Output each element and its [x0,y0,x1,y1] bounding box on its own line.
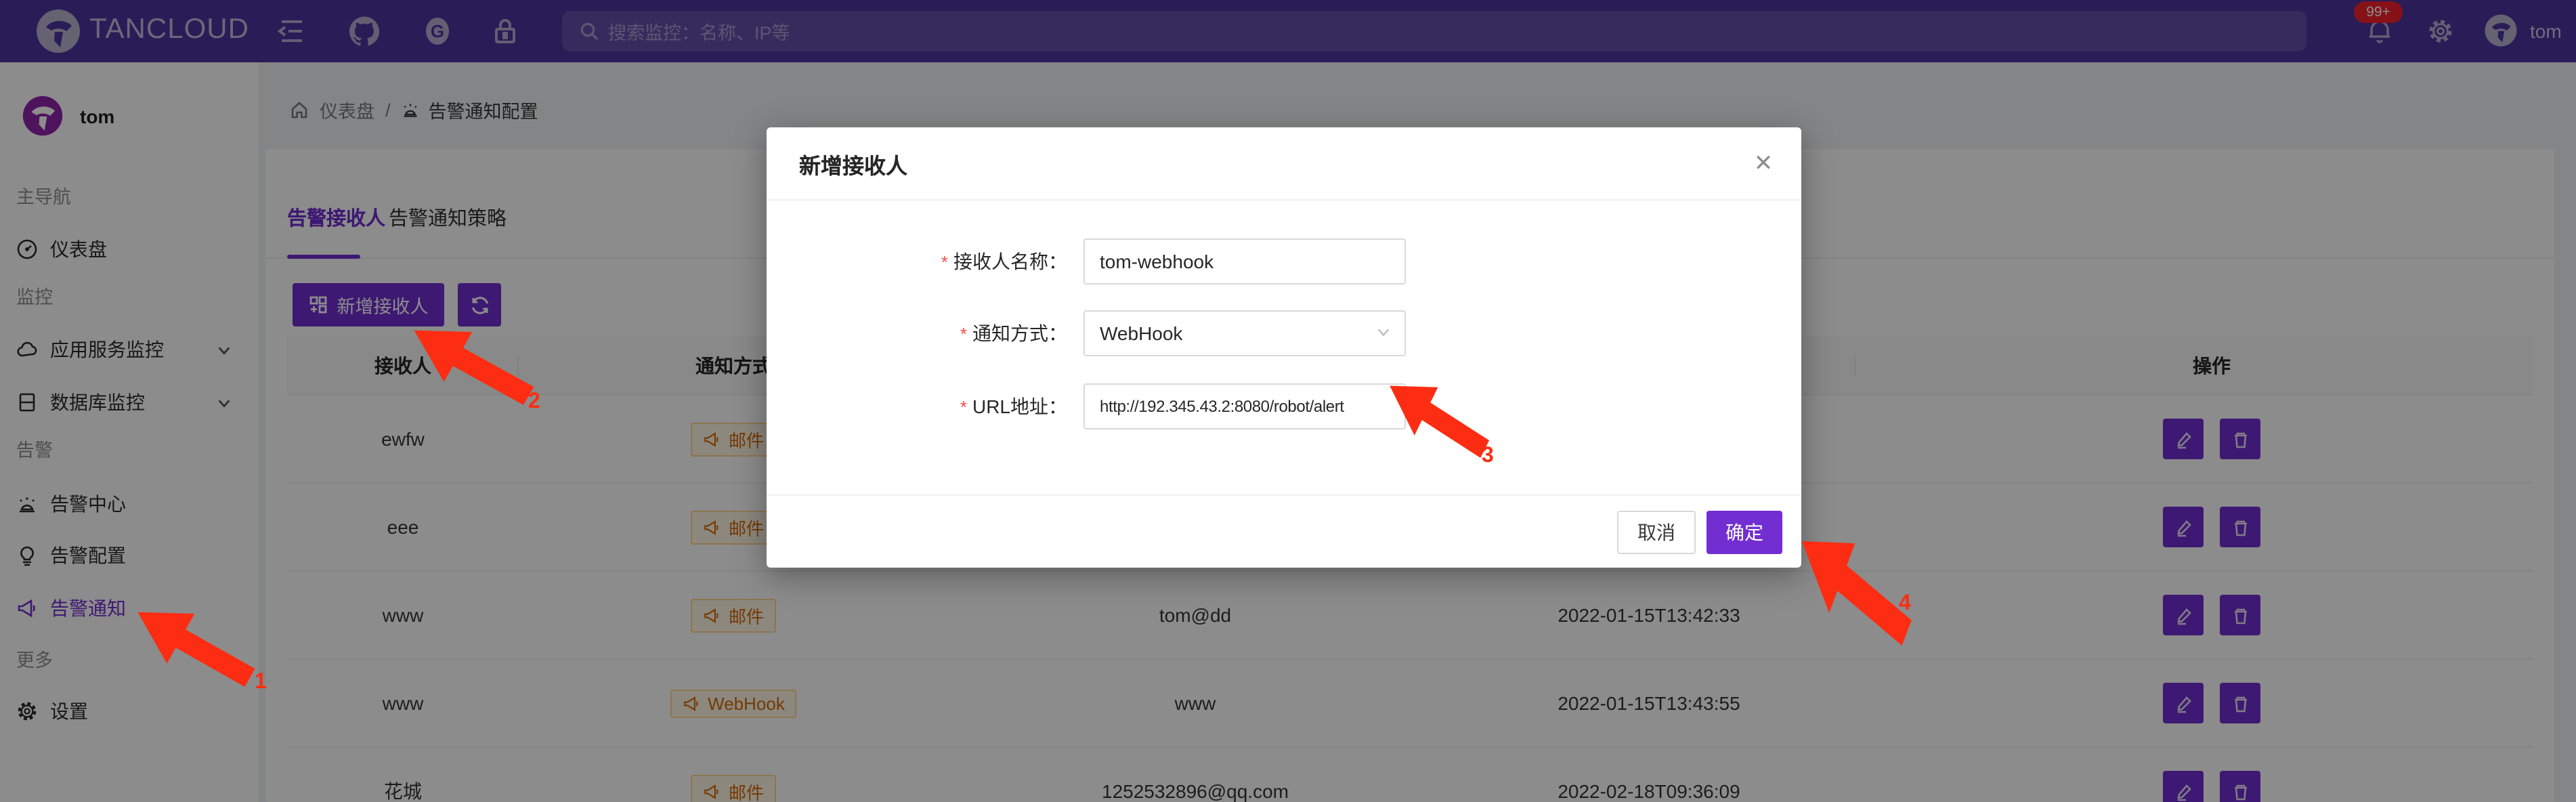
notice-method-select[interactable]: WebHook [1083,310,1406,356]
add-receiver-modal: 新增接收人 ✕ *接收人名称： tom-webhook *通知方式： WebHo… [767,127,1801,568]
close-icon[interactable]: ✕ [1750,150,1777,177]
modal-footer: 取消 确定 [767,494,1801,568]
annotation-arrow-4 [1797,534,1914,648]
cancel-button[interactable]: 取消 [1617,510,1696,553]
form-row-url: *URL地址： http://192.345.43.2:8080/robot/a… [767,383,1801,429]
annotation-arrow-3 [1386,381,1491,459]
confirm-button[interactable]: 确定 [1706,510,1782,553]
required-asterisk: * [960,324,967,344]
field-label: *通知方式： [767,320,1067,347]
field-label: *URL地址： [767,393,1067,420]
required-asterisk: * [941,252,948,272]
annotation-arrow-1 [133,607,257,688]
url-input[interactable]: http://192.345.43.2:8080/robot/alert [1083,383,1406,429]
annotation-number: 4 [1899,592,1911,616]
chevron-down-icon [1376,325,1391,340]
receiver-name-input[interactable]: tom-webhook [1083,238,1406,284]
required-asterisk: * [960,397,967,417]
annotation-number: 3 [1482,444,1494,469]
annotation-number: 1 [255,671,267,695]
annotation-arrow-2 [409,325,536,406]
form-row-receiver-name: *接收人名称： tom-webhook [767,238,1801,284]
field-label: *接收人名称： [767,248,1067,275]
modal-title: 新增接收人 [799,147,907,180]
modal-header: 新增接收人 [767,127,1801,200]
form-row-notice-method: *通知方式： WebHook [767,310,1801,356]
app-root: TANCLOUD G 搜索监控：名称、IP等 99+ [0,0,2576,802]
annotation-number: 2 [528,390,540,415]
